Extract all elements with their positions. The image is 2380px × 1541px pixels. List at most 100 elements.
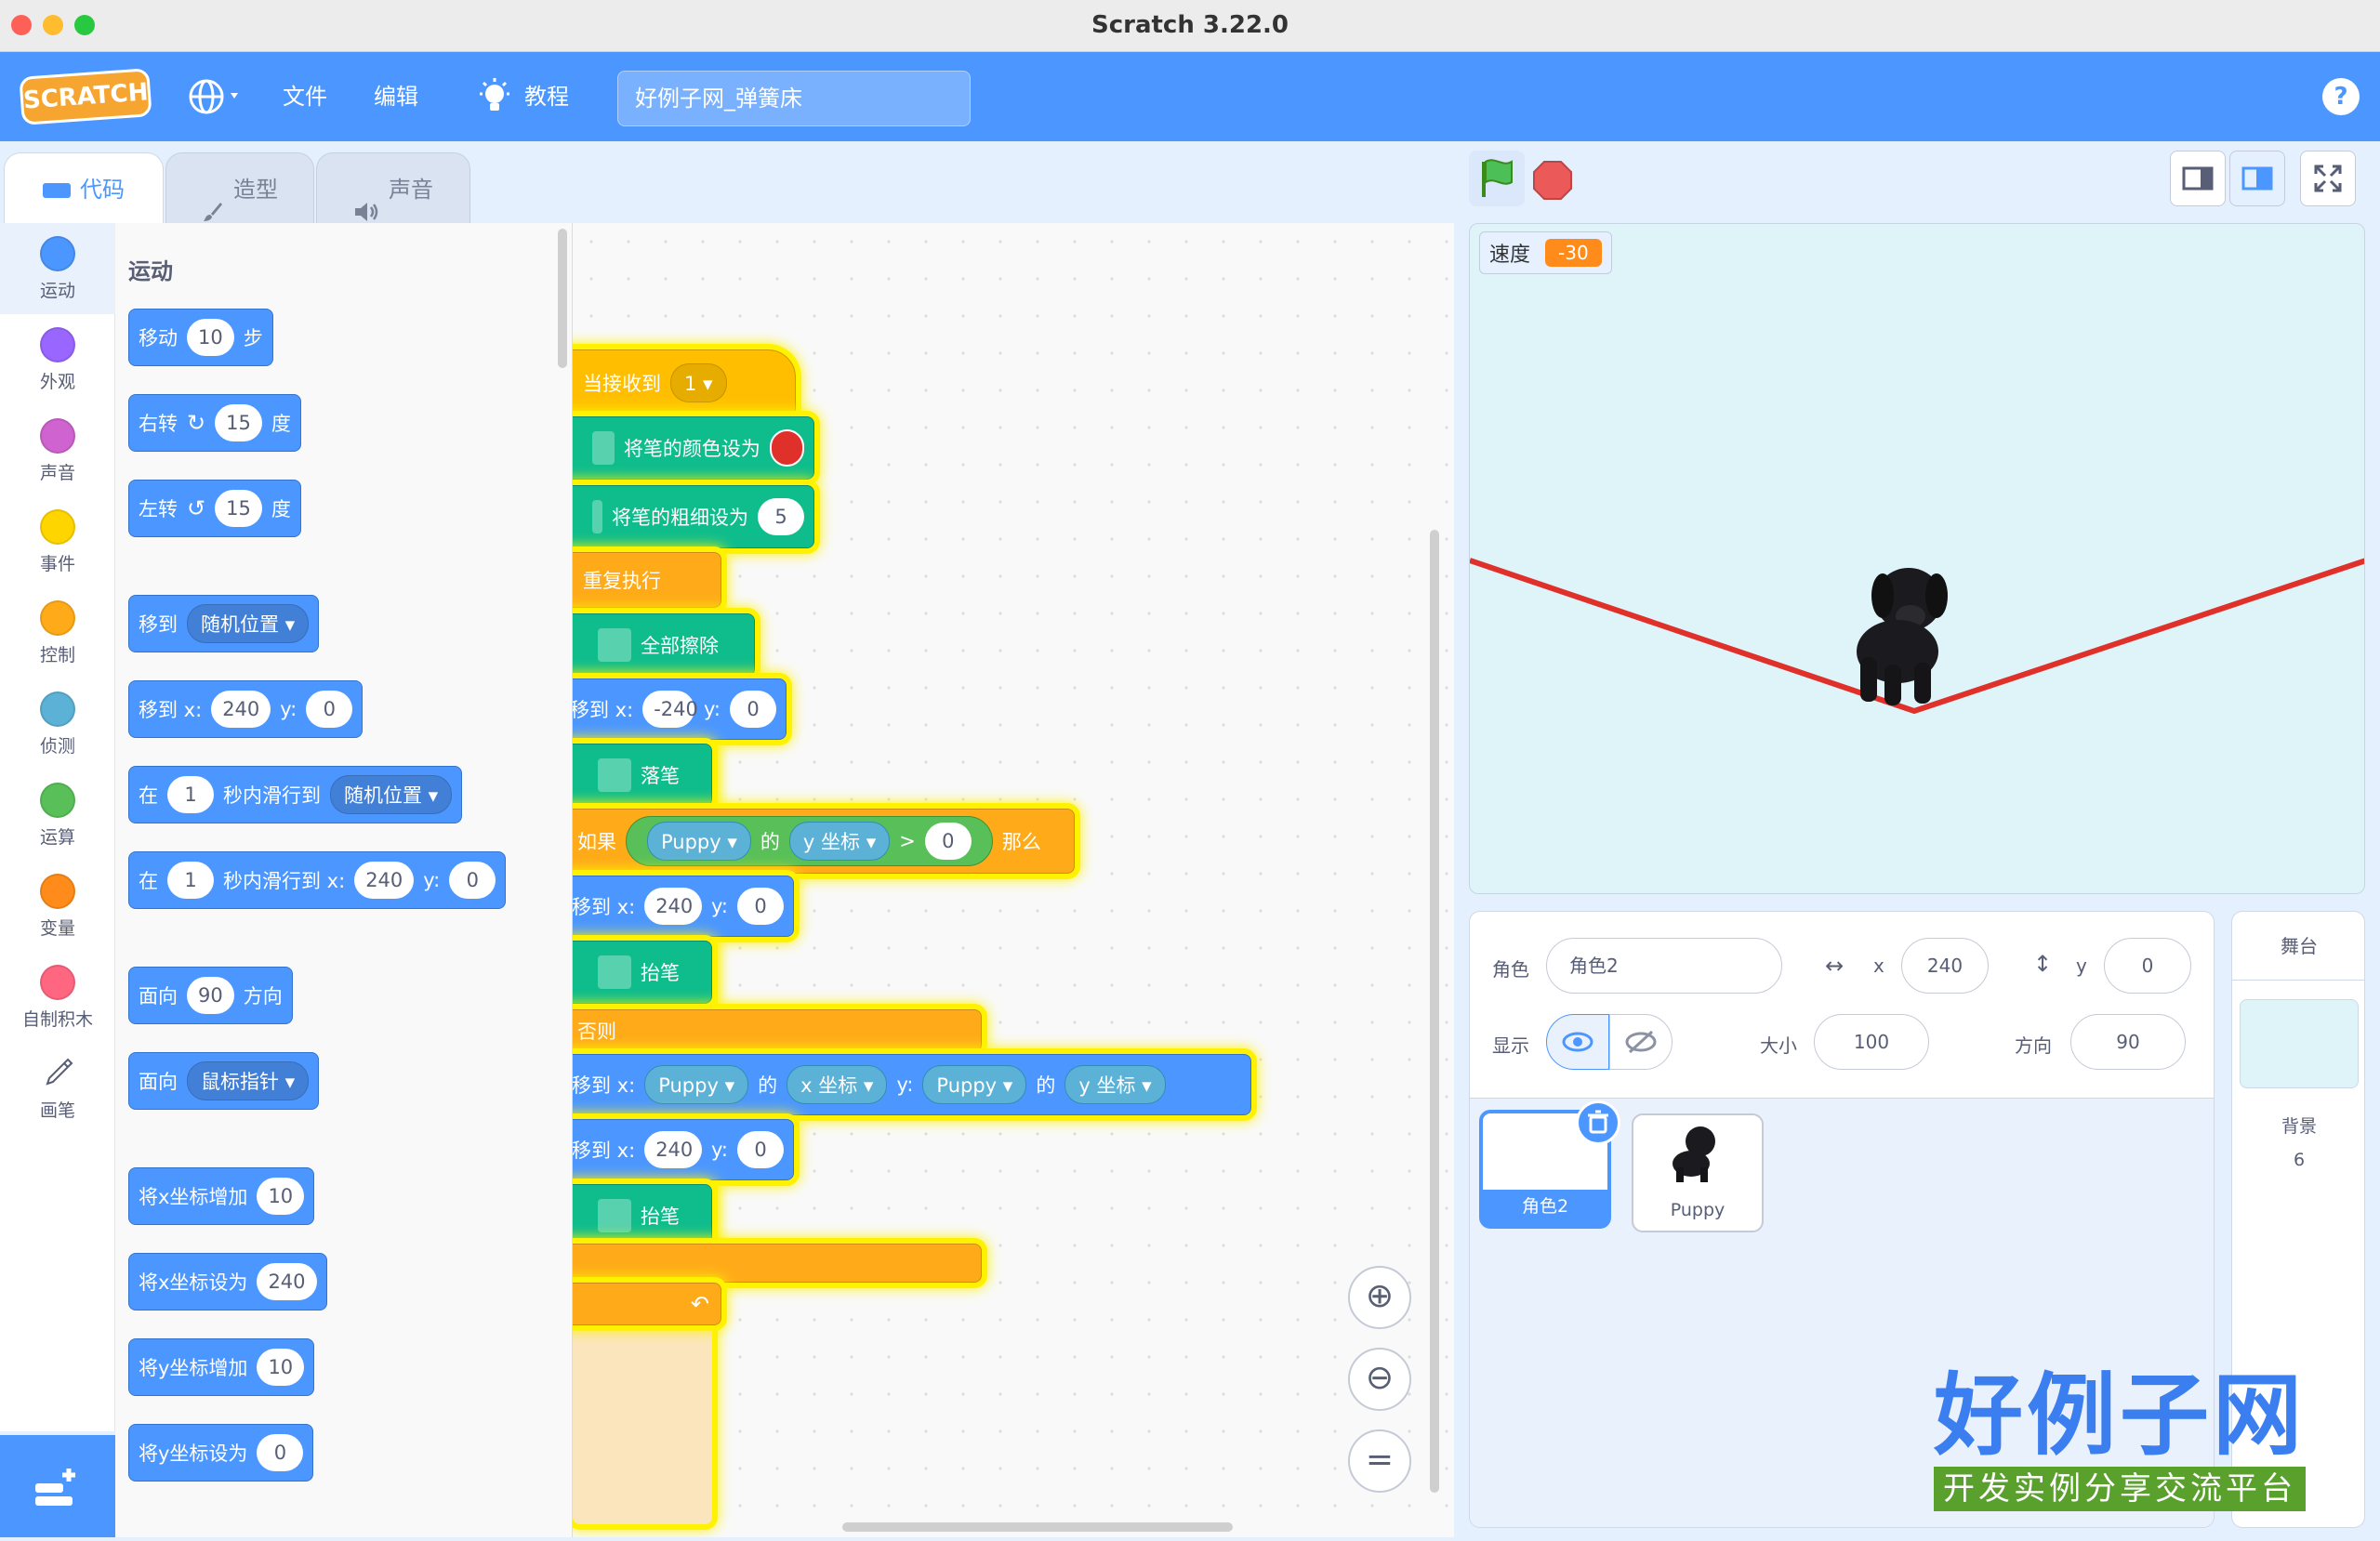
horizontal-scrollbar[interactable]: [842, 1522, 1233, 1532]
goto-xy-block-3[interactable]: 移到 x: Puppy ▾ 的 x 坐标 ▾ y: Puppy ▾ 的 y 坐标…: [573, 1054, 1251, 1115]
point-target-dropdown[interactable]: 鼠标指针 ▾: [187, 1061, 310, 1100]
sprite-tile-selected[interactable]: 角色2: [1479, 1100, 1620, 1229]
direction-input[interactable]: 90: [187, 977, 234, 1014]
x-input[interactable]: 240: [354, 862, 415, 899]
zoom-out-button[interactable]: ⊖: [1348, 1348, 1411, 1411]
green-flag-button[interactable]: [1469, 151, 1525, 206]
vertical-scrollbar[interactable]: [1430, 530, 1439, 1493]
category-sound[interactable]: 声音: [0, 405, 115, 496]
y-input[interactable]: 0: [306, 691, 353, 728]
glide-target-dropdown[interactable]: 随机位置 ▾: [330, 775, 453, 814]
palette-move-steps-block[interactable]: 移动 10 步: [128, 309, 273, 366]
zoom-in-button[interactable]: ⊕: [1348, 1266, 1411, 1329]
set-pen-color-block[interactable]: 将笔的颜色设为: [573, 416, 814, 480]
category-control[interactable]: 控制: [0, 587, 115, 678]
hide-button[interactable]: [1609, 1014, 1673, 1070]
sprite-name-input[interactable]: 角色2: [1546, 938, 1782, 994]
x-input[interactable]: -240: [642, 691, 698, 728]
clear-block[interactable]: 全部擦除: [573, 613, 755, 677]
y-input[interactable]: 0: [737, 888, 784, 925]
dx-input[interactable]: 10: [257, 1178, 305, 1215]
property-dropdown[interactable]: x 坐标 ▾: [787, 1065, 888, 1104]
variable-monitor[interactable]: 速度 -30: [1479, 231, 1612, 274]
message-dropdown[interactable]: 1 ▾: [670, 363, 727, 402]
large-stage-button[interactable]: [2229, 151, 2285, 206]
palette-glide-xy-block[interactable]: 在 1 秒内滑行到 x: 240 y: 0: [128, 851, 507, 909]
palette-change-x-block[interactable]: 将x坐标增加 10: [128, 1167, 315, 1225]
direction-input[interactable]: 90: [2070, 1014, 2186, 1070]
puppy-sprite[interactable]: [1832, 555, 1972, 713]
palette-set-x-block[interactable]: 将x坐标设为 240: [128, 1253, 327, 1311]
seconds-input[interactable]: 1: [167, 862, 214, 899]
pen-size-input[interactable]: 5: [758, 498, 804, 535]
tutorials-menu[interactable]: 教程: [478, 52, 569, 141]
compare-value-input[interactable]: 0: [924, 823, 972, 860]
palette-point-direction-block[interactable]: 面向 90 方向: [128, 967, 293, 1024]
sprite-dropdown[interactable]: Puppy ▾: [922, 1065, 1027, 1104]
when-receive-hat-block[interactable]: 当接收到 1 ▾: [573, 349, 796, 416]
add-extension-button[interactable]: [0, 1435, 115, 1537]
goto-xy-block-4[interactable]: 移到 x: 240 y: 0: [573, 1119, 794, 1180]
category-looks[interactable]: 外观: [0, 314, 115, 405]
goto-target-dropdown[interactable]: 随机位置 ▾: [187, 604, 310, 643]
file-menu[interactable]: 文件: [283, 52, 327, 141]
y-input[interactable]: 0: [737, 1131, 784, 1168]
category-pen[interactable]: 画笔: [0, 1043, 115, 1134]
tab-sounds[interactable]: 声音: [316, 152, 470, 225]
x-input[interactable]: 240: [257, 1263, 317, 1300]
palette-turn-right-block[interactable]: 右转 ↻ 15 度: [128, 394, 301, 452]
palette-change-y-block[interactable]: 将y坐标增加 10: [128, 1338, 315, 1396]
seconds-input[interactable]: 1: [167, 776, 214, 813]
sprite-dropdown[interactable]: Puppy ▾: [644, 1065, 749, 1104]
y-input[interactable]: 0: [449, 862, 496, 899]
x-input[interactable]: 240: [211, 691, 271, 728]
script-workspace[interactable]: 当接收到 1 ▾ 将笔的颜色设为 将笔的粗细设为 5 重复执行 全部擦除 移到 x:…: [573, 223, 1454, 1537]
category-operators[interactable]: 运算: [0, 770, 115, 861]
degrees-input[interactable]: 15: [215, 404, 262, 441]
sprite-dropdown[interactable]: Puppy ▾: [647, 822, 751, 861]
category-sensing[interactable]: 侦测: [0, 678, 115, 770]
forever-block[interactable]: 重复执行: [573, 552, 721, 608]
degrees-input[interactable]: 15: [215, 490, 262, 527]
palette-point-towards-block[interactable]: 面向 鼠标指针 ▾: [128, 1052, 320, 1110]
zoom-reset-button[interactable]: =: [1348, 1429, 1411, 1493]
steps-input[interactable]: 10: [187, 319, 234, 356]
pen-up-block-1[interactable]: 抬笔: [573, 941, 712, 1004]
category-my-blocks[interactable]: 自制积木: [0, 952, 115, 1043]
x-input[interactable]: 240: [644, 888, 703, 925]
pen-color-swatch[interactable]: [769, 429, 804, 467]
pen-down-block[interactable]: 落笔: [573, 744, 712, 807]
palette-scrollbar[interactable]: [558, 229, 567, 368]
category-motion[interactable]: 运动: [0, 223, 115, 314]
edit-menu[interactable]: 编辑: [374, 52, 418, 141]
tab-code[interactable]: 代码: [4, 152, 164, 225]
stage[interactable]: 速度 -30: [1469, 223, 2365, 894]
delete-sprite-button[interactable]: [1576, 1100, 1620, 1145]
tab-costumes[interactable]: 造型: [165, 152, 314, 225]
fullscreen-button[interactable]: [2300, 151, 2356, 206]
dy-input[interactable]: 10: [257, 1349, 305, 1386]
show-button[interactable]: [1546, 1014, 1609, 1070]
size-input[interactable]: 100: [1814, 1014, 1929, 1070]
palette-set-y-block[interactable]: 将y坐标设为 0: [128, 1424, 314, 1482]
goto-xy-block-1[interactable]: 移到 x: -240 y: 0: [573, 678, 787, 740]
project-title-input[interactable]: 好例子网_弹簧床: [617, 71, 971, 126]
sprite-tile[interactable]: Puppy: [1632, 1113, 1764, 1232]
palette-goto-block[interactable]: 移到 随机位置 ▾: [128, 595, 320, 652]
y-position-input[interactable]: 0: [2104, 938, 2191, 994]
greater-than-operator[interactable]: Puppy ▾ 的 y 坐标 ▾ > 0: [626, 816, 993, 866]
language-menu[interactable]: [186, 52, 257, 141]
palette-goto-xy-block[interactable]: 移到 x: 240 y: 0: [128, 680, 364, 738]
x-input[interactable]: 240: [644, 1131, 703, 1168]
small-stage-button[interactable]: [2170, 151, 2226, 206]
property-dropdown[interactable]: y 坐标 ▾: [788, 822, 891, 861]
category-events[interactable]: 事件: [0, 496, 115, 587]
stop-button[interactable]: [1532, 160, 1573, 201]
pen-up-block-2[interactable]: 抬笔: [573, 1184, 712, 1247]
palette-glide-to-block[interactable]: 在 1 秒内滑行到 随机位置 ▾: [128, 766, 463, 823]
category-variables[interactable]: 变量: [0, 861, 115, 952]
if-else-block[interactable]: 如果 Puppy ▾ 的 y 坐标 ▾ > 0 那么: [573, 809, 1075, 874]
set-pen-size-block[interactable]: 将笔的粗细设为 5: [573, 485, 814, 548]
goto-xy-block-2[interactable]: 移到 x: 240 y: 0: [573, 876, 794, 937]
scratch-logo[interactable]: SCRATCH: [19, 68, 152, 125]
